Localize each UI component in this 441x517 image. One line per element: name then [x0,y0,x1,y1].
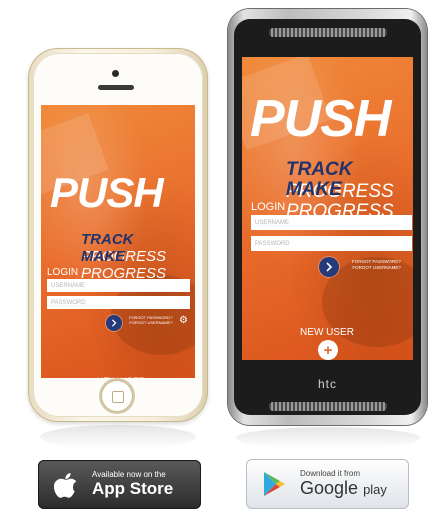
password-input[interactable]: PASSWORD [251,236,412,251]
username-input[interactable]: USERNAME [47,279,190,292]
tagline-make: MAKE [286,179,342,200]
forgot-username-link[interactable]: FORGOT USERNAME? [129,320,172,325]
iphone-app-screen: PUSH TRACK PROGRESS MAKE PROGRESS LOGIN … [41,105,195,378]
app-logo: PUSH [50,169,164,216]
new-user-label: NEW USER [81,376,161,378]
login-label: LOGIN [47,267,79,278]
htc-app-screen: PUSH TRACK PROGRESS MAKE PROGRESS LOGIN … [242,57,413,360]
google-word: Google [300,478,359,498]
google-play-text: Download it from Google play [300,469,387,499]
iphone-device: PUSH TRACK PROGRESS MAKE PROGRESS LOGIN … [28,48,208,422]
gear-icon[interactable]: ⚙ [179,315,188,326]
app-store-big-text: App Store [92,479,174,498]
google-play-big-text: Google play [300,478,387,499]
play-word: play [363,482,387,497]
iphone-home-button [101,380,133,412]
forgot-links: FORGOT PASSWORD? FORGOT USERNAME? [352,259,401,270]
login-submit-button[interactable] [106,315,122,331]
login-label: LOGIN [251,201,286,213]
tagline-make: MAKE [81,248,126,265]
app-store-badge[interactable]: Available now on the App Store [38,460,201,509]
new-user-label: NEW USER [300,327,354,338]
iphone-speaker [98,85,134,90]
htc-device: PUSH TRACK PROGRESS MAKE PROGRESS LOGIN … [228,9,427,425]
bottom-speaker-grille [269,402,387,411]
google-play-badge[interactable]: Download it from Google play [246,459,409,509]
tagline-track: TRACK [286,159,353,180]
iphone-reflection [40,425,196,449]
username-input[interactable]: USERNAME [251,215,412,230]
new-user-button[interactable]: + [318,340,338,360]
google-play-icon [264,472,285,496]
plus-icon: + [323,341,333,359]
login-submit-button[interactable] [319,257,339,277]
iphone-camera [112,70,119,77]
top-speaker-grille [269,28,387,37]
google-play-small-text: Download it from [300,469,361,478]
forgot-links: FORGOT PASSWORD? FORGOT USERNAME? [129,315,172,325]
app-store-text: Available now on the App Store [92,470,173,499]
htc-reflection [236,427,420,449]
tagline-line-2: MAKE PROGRESS [81,248,195,282]
app-store-small-text: Available now on the [92,470,166,479]
apple-icon [54,472,77,498]
forgot-username-link[interactable]: FORGOT USERNAME? [352,265,400,271]
app-logo: PUSH [250,90,391,148]
arrow-right-icon [326,262,333,272]
forgot-password-link[interactable]: FORGOT PASSWORD? [352,259,401,265]
arrow-right-icon [111,319,117,327]
htc-brand-logo: htc [317,377,337,391]
tagline-track: TRACK [81,231,134,248]
password-input[interactable]: PASSWORD [47,296,190,309]
htc-face: PUSH TRACK PROGRESS MAKE PROGRESS LOGIN … [234,19,421,415]
